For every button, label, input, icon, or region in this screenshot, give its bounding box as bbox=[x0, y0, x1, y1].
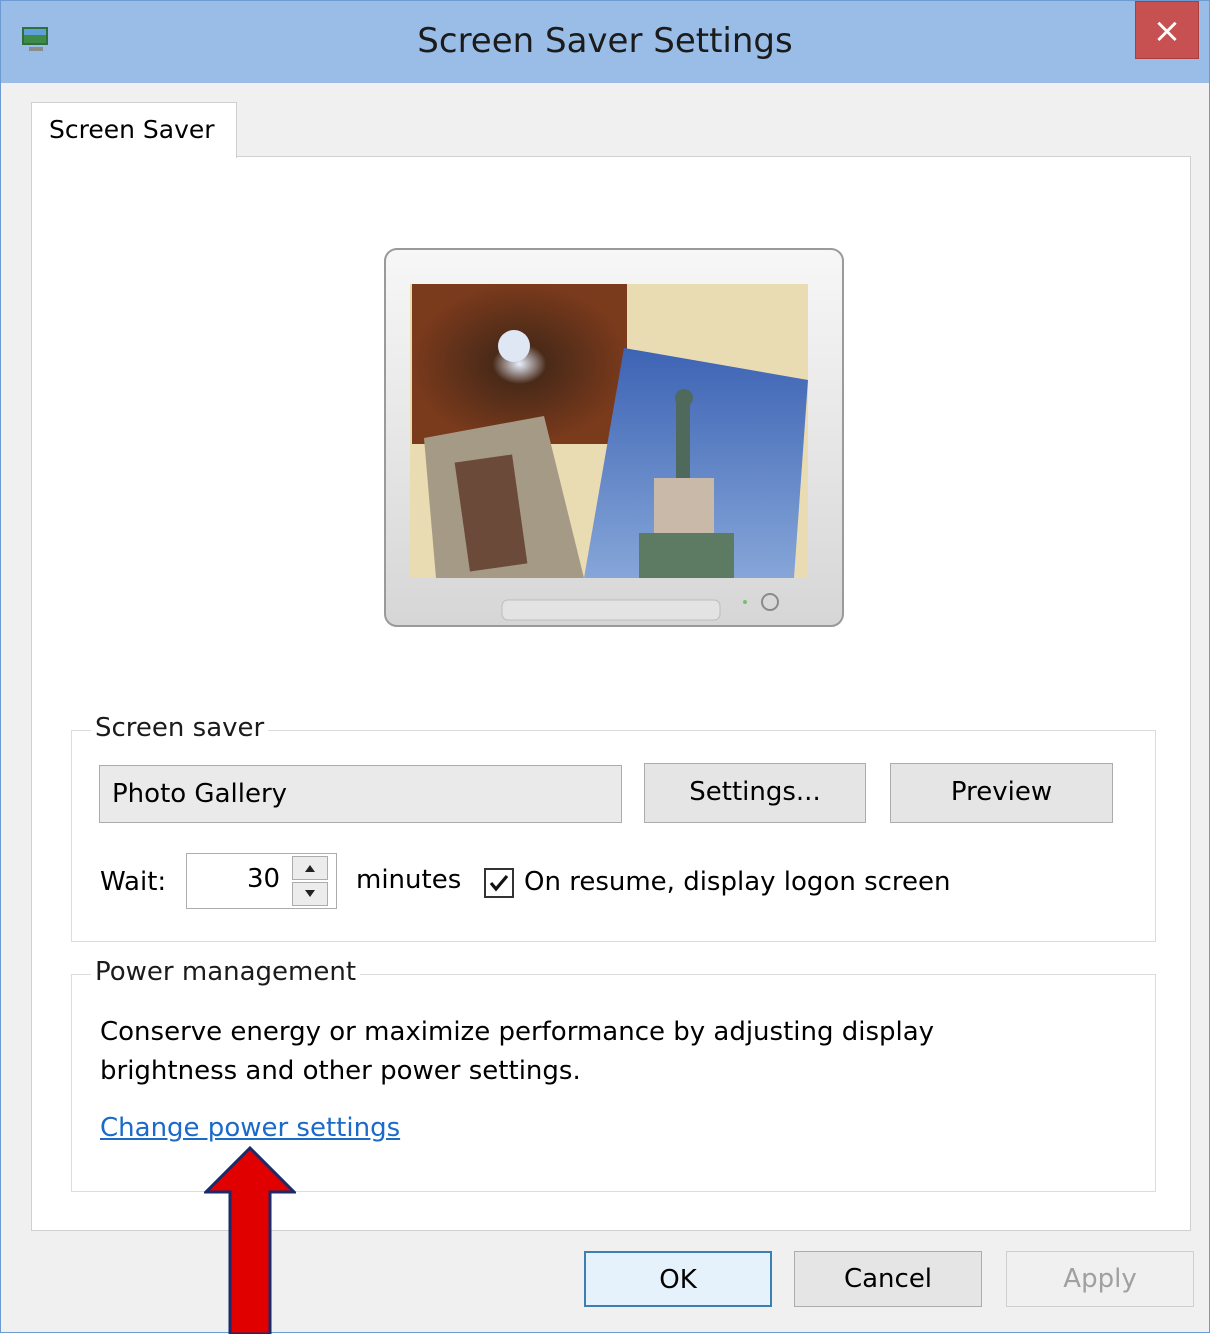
triangle-up-icon bbox=[305, 865, 315, 872]
title-bar[interactable]: Screen Saver Settings × bbox=[1, 1, 1209, 83]
settings-button[interactable]: Settings... bbox=[644, 763, 866, 823]
resume-logon-checkbox[interactable] bbox=[484, 868, 514, 898]
spin-down-button[interactable] bbox=[292, 882, 328, 906]
triangle-down-icon bbox=[305, 890, 315, 897]
window-title: Screen Saver Settings bbox=[417, 21, 793, 61]
power-description: Conserve energy or maximize performance … bbox=[100, 1017, 935, 1086]
apply-button[interactable]: Apply bbox=[1006, 1251, 1194, 1307]
power-management-group-label: Power management bbox=[91, 957, 361, 987]
screen-saver-dropdown[interactable]: Photo Gallery bbox=[99, 765, 700, 823]
resume-logon-label[interactable]: On resume, display logon screen bbox=[524, 867, 951, 897]
preview-button[interactable]: Preview bbox=[890, 763, 1113, 823]
screen-saver-settings-window: Screen Saver Settings × Screen Saver Scr… bbox=[0, 0, 1210, 1334]
screen-saver-group-label: Screen saver bbox=[91, 713, 269, 743]
close-button[interactable]: × bbox=[1135, 1, 1199, 59]
wait-minutes-stepper[interactable]: 30 bbox=[186, 853, 337, 909]
tab-screen-saver[interactable]: Screen Saver bbox=[31, 102, 237, 158]
red-pointer-arrow-icon bbox=[204, 1146, 296, 1334]
wait-label: Wait: bbox=[100, 867, 167, 897]
dropdown-selected-value: Photo Gallery bbox=[112, 779, 288, 809]
checkmark-icon bbox=[489, 874, 509, 892]
minutes-label: minutes bbox=[356, 865, 462, 895]
screen-saver-group bbox=[71, 730, 1156, 942]
cancel-button[interactable]: Cancel bbox=[794, 1251, 982, 1307]
ok-button[interactable]: OK bbox=[584, 1251, 772, 1307]
screen-saver-preview-monitor bbox=[384, 248, 844, 628]
spin-buttons bbox=[292, 856, 328, 906]
close-icon: × bbox=[1152, 11, 1182, 51]
wait-minutes-value: 30 bbox=[247, 864, 281, 894]
spin-up-button[interactable] bbox=[292, 856, 328, 880]
change-power-settings-link[interactable]: Change power settings bbox=[100, 1113, 400, 1143]
